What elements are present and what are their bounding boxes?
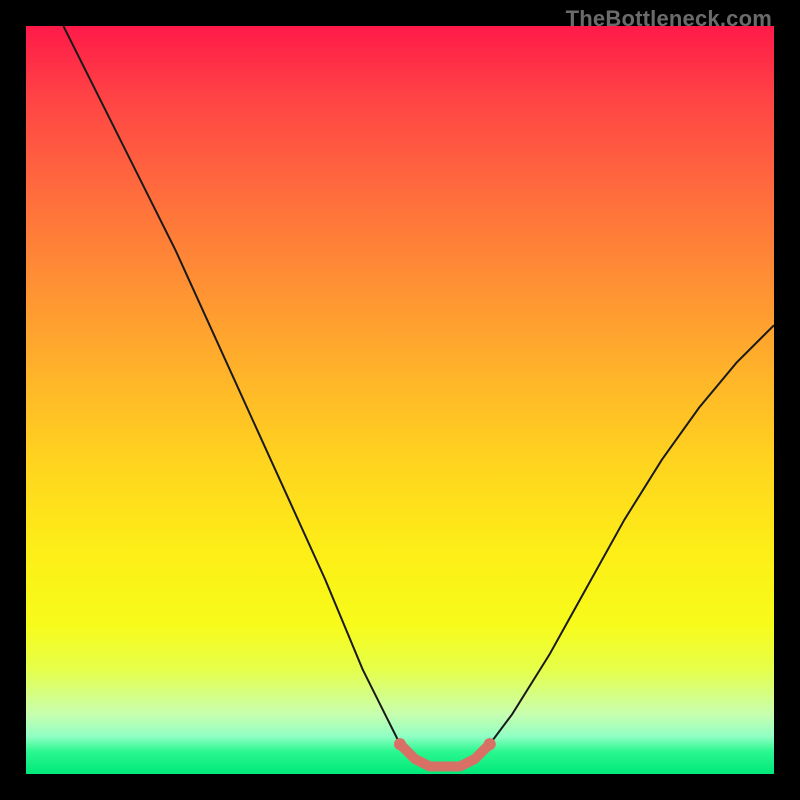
highlight-dot-left — [394, 738, 406, 750]
chart-container: TheBottleneck.com — [0, 0, 800, 800]
highlight-segment — [400, 744, 490, 766]
highlight-dot-right — [484, 738, 496, 750]
chart-svg — [26, 26, 774, 774]
watermark-text: TheBottleneck.com — [566, 6, 772, 32]
plot-area — [26, 26, 774, 774]
curve-line — [63, 26, 774, 767]
